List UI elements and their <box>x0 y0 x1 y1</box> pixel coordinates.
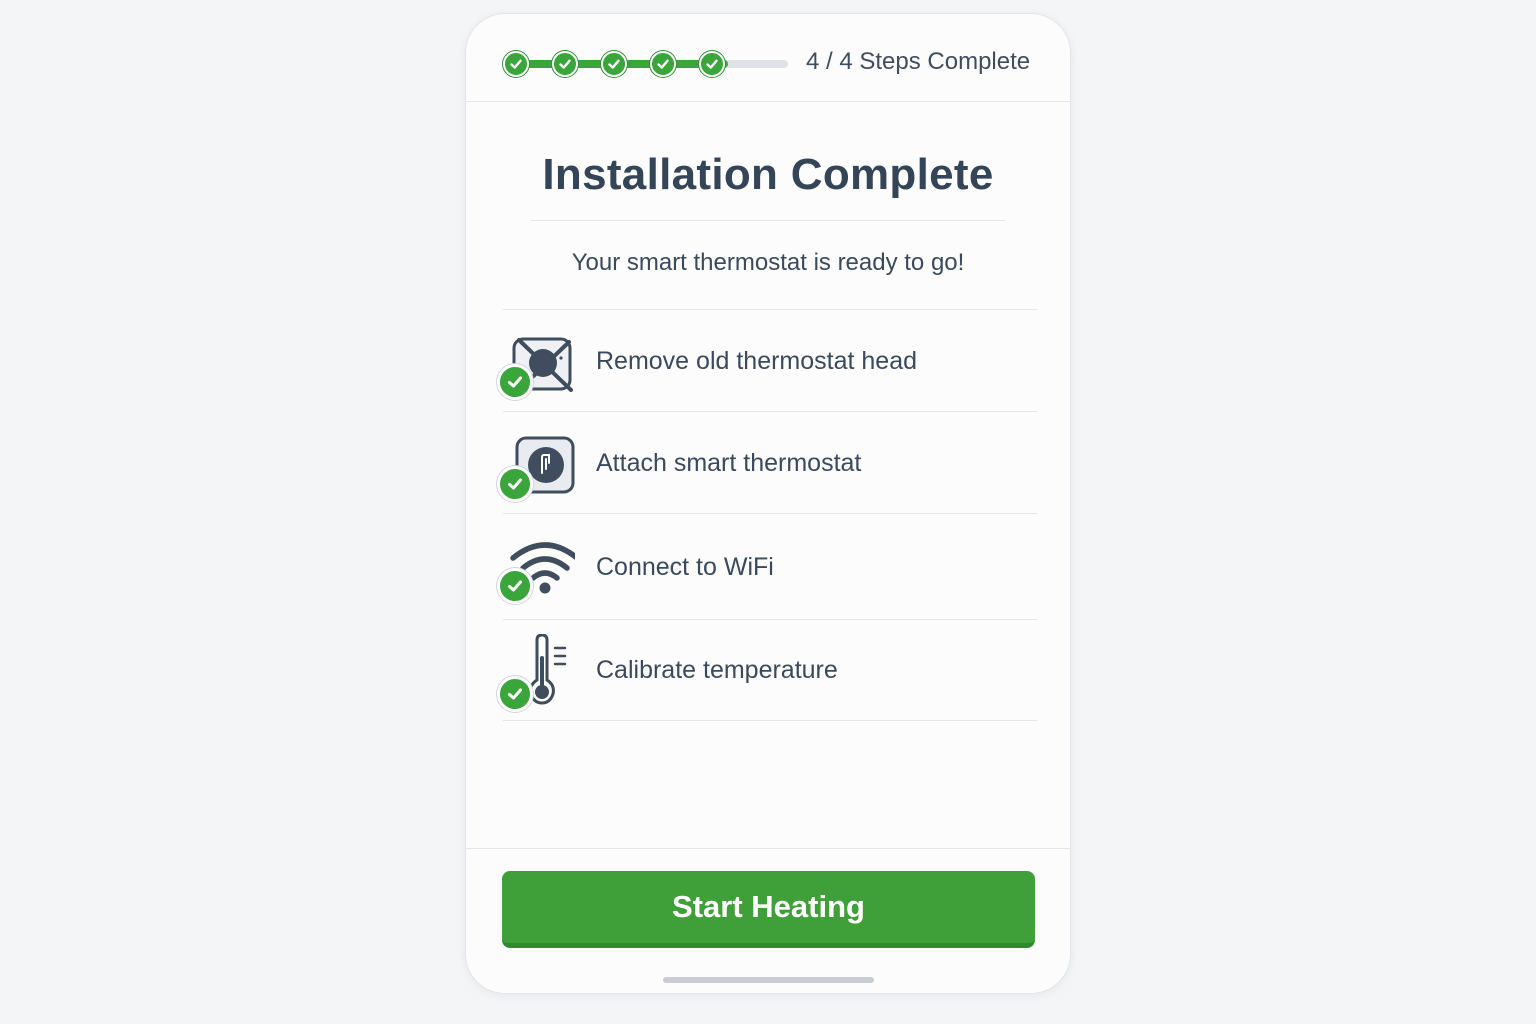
check-icon <box>497 466 533 502</box>
step-2-complete-icon <box>552 51 578 77</box>
home-indicator[interactable] <box>663 977 874 983</box>
checklist-label: Attach smart thermostat <box>596 448 862 477</box>
checklist-item: Attach smart thermostat <box>497 412 1037 514</box>
check-icon <box>497 676 533 712</box>
step-count-text: 4 / 4 Steps Complete <box>806 48 1031 75</box>
checklist-label: Remove old thermostat head <box>596 346 918 375</box>
step-1-complete-icon <box>503 51 529 77</box>
step-4-complete-icon <box>650 51 676 77</box>
check-icon <box>497 568 533 604</box>
checklist-item: Calibrate temperature <box>497 620 1037 721</box>
checklist: Remove old thermostat head Attach smart … <box>497 309 1037 721</box>
checklist-label: Connect to WiFi <box>596 552 774 581</box>
progress-header: 4 / 4 Steps Complete <box>466 14 1070 102</box>
setup-screen: 4 / 4 Steps Complete Installation Comple… <box>465 13 1071 994</box>
page-title: Installation Complete <box>542 150 994 199</box>
start-heating-button[interactable]: Start Heating <box>502 871 1035 948</box>
check-icon <box>497 364 533 400</box>
footer-divider <box>466 848 1070 849</box>
checklist-item: Connect to WiFi <box>497 514 1037 620</box>
step-5-complete-icon <box>699 51 725 77</box>
title-divider <box>531 220 1005 221</box>
checklist-item: Remove old thermostat head <box>497 310 1037 412</box>
checklist-label: Calibrate temperature <box>596 656 838 684</box>
page-subtitle: Your smart thermostat is ready to go! <box>571 249 965 276</box>
step-3-complete-icon <box>601 51 627 77</box>
